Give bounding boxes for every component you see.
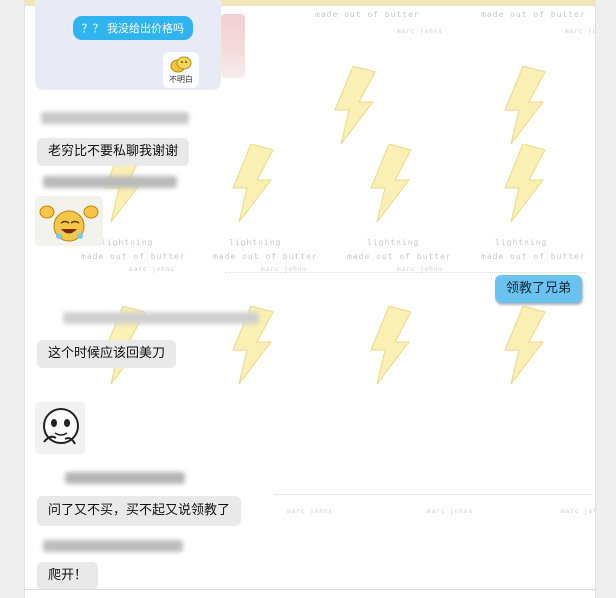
wallpaper-brand-text: made out of butter xyxy=(481,252,586,261)
wallpaper-brand-text: made out of butter xyxy=(81,252,186,261)
wallpaper-author-text: marc johns xyxy=(565,28,595,35)
panda-meme-sticker[interactable] xyxy=(35,402,85,454)
wallpaper-author-text: marc johns xyxy=(397,28,444,35)
wallpaper-author-text: marc johns xyxy=(427,508,474,515)
input-divider xyxy=(25,589,595,590)
blurred-sender-name xyxy=(43,176,177,188)
message-bubble-left[interactable]: 爬开！ xyxy=(37,562,99,590)
quoted-sticker: 不明白 xyxy=(163,52,199,88)
wallpaper-word-text: lightning xyxy=(367,238,420,247)
wallpaper-dots xyxy=(275,494,591,495)
quoted-message-card[interactable]: ？？ 我没给出价格吗 不明白 xyxy=(35,0,221,90)
blurred-sender-name xyxy=(41,112,189,124)
message-bubble-right[interactable]: 领教了兄弟 xyxy=(495,275,583,303)
lightning-bolt-icon xyxy=(232,144,274,222)
message-bubble-left[interactable]: 问了又不买，买不起又说领教了 xyxy=(37,496,242,526)
wallpaper-author-text: marc johns xyxy=(129,266,176,273)
wallpaper-dots xyxy=(225,272,585,273)
laughing-face-icon xyxy=(35,196,103,246)
wallpaper-brand-text: made out of butter xyxy=(481,10,586,19)
wallpaper-author-text: marc johns xyxy=(287,508,334,515)
coin-stack-icon xyxy=(170,56,192,73)
wallpaper-brand-text: made out of butter xyxy=(347,252,452,261)
wallpaper-brand-text: made out of butter xyxy=(315,10,420,19)
chat-window: made out of butter made out of butter ma… xyxy=(24,0,596,598)
panda-face-icon xyxy=(35,402,85,454)
lightning-bolt-icon xyxy=(370,144,412,222)
blurred-sender-name xyxy=(65,472,185,484)
lightning-bolt-icon xyxy=(504,306,546,384)
wallpaper-author-text: marc johns xyxy=(561,508,595,515)
wallpaper-brand-text: made out of butter xyxy=(213,252,318,261)
wallpaper-word-text: lightning xyxy=(495,238,548,247)
laughing-face-sticker[interactable] xyxy=(35,196,103,246)
lightning-bolt-icon xyxy=(370,306,412,384)
blurred-avatar xyxy=(221,14,245,78)
message-bubble-left[interactable]: 这个时候应该回美刀 xyxy=(37,340,177,368)
blurred-sender-name xyxy=(63,312,259,324)
wallpaper-word-text: lightning xyxy=(101,238,154,247)
blurred-sender-name xyxy=(43,540,183,552)
message-bubble-left[interactable]: 老穷比不要私聊我谢谢 xyxy=(37,138,190,166)
quoted-sticker-label: 不明白 xyxy=(169,75,193,84)
quoted-message-text: ？？ 我没给出价格吗 xyxy=(72,16,193,40)
lightning-bolt-icon xyxy=(504,144,546,222)
wallpaper-word-text: lightning xyxy=(229,238,282,247)
lightning-bolt-icon xyxy=(334,66,376,144)
lightning-bolt-icon xyxy=(504,66,546,144)
